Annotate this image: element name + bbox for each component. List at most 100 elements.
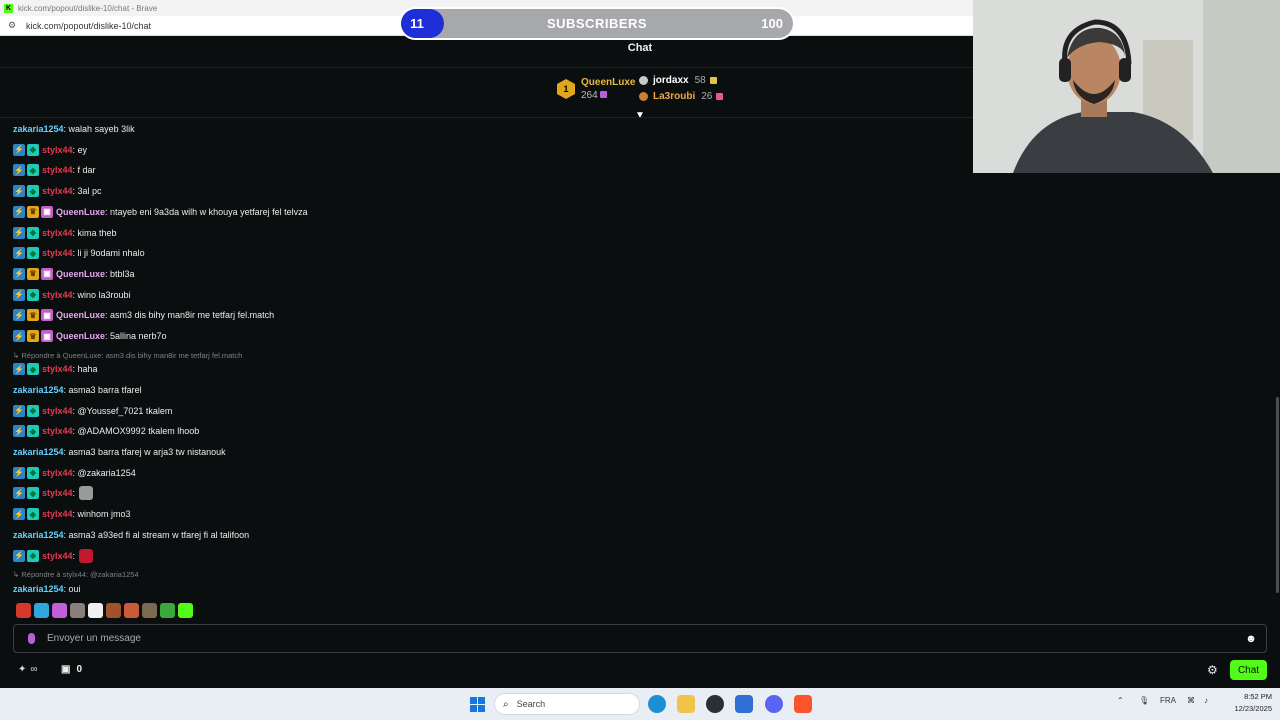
obs-icon[interactable] <box>706 695 724 713</box>
leaderboard-first-name[interactable]: QueenLuxe <box>581 77 635 88</box>
collapse-leaderboard-icon[interactable]: ▼ <box>634 111 646 121</box>
vip-badge-icon[interactable]: ⚡ <box>13 226 25 239</box>
quick-emote-icon[interactable] <box>142 603 157 618</box>
chat-username[interactable]: stylx44 <box>42 364 73 374</box>
vip-badge-icon[interactable]: ⚡ <box>13 164 25 177</box>
language-indicator[interactable]: FRA <box>1160 696 1176 705</box>
share-icon[interactable]: ✦ <box>18 664 26 675</box>
chat-username[interactable]: stylx44 <box>42 290 73 300</box>
quick-emote-icon[interactable] <box>34 603 49 618</box>
vip-badge-icon[interactable]: ⚡ <box>13 363 25 376</box>
subscriber-badge-icon[interactable]: ◆ <box>27 549 39 562</box>
vip-badge-icon[interactable]: ⚡ <box>13 549 25 562</box>
chat-username[interactable]: stylx44 <box>42 406 73 416</box>
chat-message[interactable]: ⚡ ♛ ▣ QueenLuxe: asm3 dis bihy man8ir me te… <box>13 308 274 322</box>
subscriber-badge-icon[interactable]: ◆ <box>27 404 39 417</box>
quick-emote-icon[interactable] <box>16 603 31 618</box>
vip-badge-icon[interactable]: ⚡ <box>13 143 25 156</box>
volume-icon[interactable]: ♪ <box>1204 696 1208 705</box>
vip-badge-icon[interactable]: ⚡ <box>13 487 25 500</box>
reply-reference[interactable]: ↳ Répondre à stylx44: @zakaria1254 <box>13 570 139 582</box>
chat-username[interactable]: QueenLuxe <box>56 310 105 320</box>
chat-username[interactable]: QueenLuxe <box>56 269 105 279</box>
subscriber-badge-icon[interactable]: ◆ <box>27 425 39 438</box>
quick-emote-icon[interactable] <box>106 603 121 618</box>
chat-message[interactable]: ⚡ ◆ stylx44: @ADAMOX9992 tkalem lhoob <box>13 424 199 438</box>
system-clock[interactable]: 8:52 PM 12/23/2025 <box>1222 691 1272 715</box>
chat-username[interactable]: stylx44 <box>42 186 73 196</box>
quick-emote-icon[interactable] <box>52 603 67 618</box>
subscriber-badge-icon[interactable]: ◆ <box>27 247 39 260</box>
discord-icon[interactable] <box>765 695 783 713</box>
subscriber-badge-icon[interactable]: ◆ <box>27 288 39 301</box>
chat-message[interactable]: zakaria1254: walah sayeb 3lik <box>13 122 135 136</box>
leaderboard-first[interactable]: 1 QueenLuxe 264 <box>557 77 635 101</box>
vip-badge-icon[interactable]: ⚡ <box>13 309 25 322</box>
subscriber-badge-icon[interactable]: ◆ <box>27 487 39 500</box>
chat-message[interactable]: ⚡ ♛ ▣ QueenLuxe: ntayeb eni 9a3da wilh w kh… <box>13 205 308 219</box>
chat-username[interactable]: stylx44 <box>42 509 73 519</box>
crown-badge-icon[interactable]: ♛ <box>27 205 39 218</box>
crown-badge-icon[interactable]: ♛ <box>27 330 39 342</box>
chat-username[interactable]: stylx44 <box>42 165 73 175</box>
chat-message[interactable]: ⚡ ◆ stylx44: f dar <box>13 163 96 177</box>
message-input-box[interactable]: ☻ <box>13 624 1267 653</box>
windows-start-icon[interactable] <box>470 697 485 712</box>
chat-username[interactable]: zakaria1254 <box>13 385 64 395</box>
chat-scrollbar[interactable] <box>1276 397 1279 593</box>
quick-emote-icon[interactable] <box>88 603 103 618</box>
taskbar-search[interactable]: ⌕ Search <box>494 693 640 715</box>
subscriber-badge-icon[interactable]: ◆ <box>27 226 39 239</box>
chat-username[interactable]: stylx44 <box>42 468 73 478</box>
chat-message[interactable]: ⚡ ◆ stylx44: @Youssef_7021 tkalem <box>13 404 172 418</box>
file-explorer-icon[interactable] <box>677 695 695 713</box>
chat-message[interactable]: zakaria1254: asma3 barra tfarel <box>13 383 142 397</box>
chat-message[interactable]: ⚡ ◆ stylx44: winhom jmo3 <box>13 507 131 521</box>
gift-leaderboard[interactable]: 1 QueenLuxe 264 jordaxx 58 La3roubi 26 <box>557 75 727 107</box>
network-icon[interactable]: ⌘ <box>1187 696 1195 705</box>
chat-username[interactable]: zakaria1254 <box>13 447 64 457</box>
subscriber-badge-icon[interactable]: ◆ <box>27 363 39 376</box>
subscriber-badge-icon[interactable]: ◆ <box>27 185 39 198</box>
chat-message[interactable]: ⚡ ◆ stylx44: haha <box>13 362 98 376</box>
chat-username[interactable]: QueenLuxe <box>56 331 105 341</box>
subscriber-badge-icon[interactable]: ◆ <box>27 164 39 177</box>
chat-username[interactable]: stylx44 <box>42 248 73 258</box>
chat-message[interactable]: ⚡ ◆ stylx44: kima theb <box>13 226 117 240</box>
gift-counter[interactable]: ▣ 0 <box>61 664 82 675</box>
message-input[interactable] <box>47 633 1245 644</box>
chat-username[interactable]: stylx44 <box>42 426 73 436</box>
chat-message[interactable]: zakaria1254: asma3 barra tfarej w arja3 … <box>13 445 226 459</box>
chat-username[interactable]: QueenLuxe <box>56 207 105 217</box>
vip-badge-icon[interactable]: ⚡ <box>13 330 25 342</box>
send-chat-button[interactable]: Chat <box>1230 660 1267 680</box>
microsoft-store-icon[interactable] <box>735 695 753 713</box>
subscriber-badge-icon[interactable]: ◆ <box>27 143 39 156</box>
vip-badge-icon[interactable]: ⚡ <box>13 425 25 438</box>
chat-message[interactable]: ⚡ ♛ ▣ QueenLuxe: btbl3a <box>13 267 135 281</box>
tray-overflow-chevron-icon[interactable]: ⌃ <box>1117 696 1124 705</box>
leaderboard-second-name[interactable]: jordaxx <box>653 75 689 86</box>
vip-badge-icon[interactable]: ⚡ <box>13 247 25 260</box>
chat-username[interactable]: zakaria1254 <box>13 584 64 594</box>
chat-username[interactable]: zakaria1254 <box>13 530 64 540</box>
vip-badge-icon[interactable]: ⚡ <box>13 466 25 479</box>
chat-message[interactable]: ⚡ ◆ stylx44: <box>13 548 94 563</box>
gifter-badge-icon[interactable]: ▣ <box>41 309 53 322</box>
leaderboard-second[interactable]: jordaxx 58 <box>639 75 717 86</box>
quick-emote-icon[interactable] <box>70 603 85 618</box>
chat-message[interactable]: ⚡ ◆ stylx44: wino la3roubi <box>13 288 131 302</box>
reply-reference[interactable]: ↳ Répondre à QueenLuxe: asm3 dis bihy ma… <box>13 351 242 363</box>
vip-badge-icon[interactable]: ⚡ <box>13 267 25 280</box>
quick-emote-icon[interactable] <box>124 603 139 618</box>
subscriber-badge-icon[interactable]: ◆ <box>27 466 39 479</box>
edge-browser-icon[interactable] <box>648 695 666 713</box>
vip-badge-icon[interactable]: ⚡ <box>13 185 25 198</box>
gifter-badge-icon[interactable]: ▣ <box>41 205 53 218</box>
chat-message[interactable]: ⚡ ♛ ▣ QueenLuxe: 5allina nerb7o <box>13 329 167 343</box>
quick-emote-icon[interactable] <box>160 603 175 618</box>
vip-badge-icon[interactable]: ⚡ <box>13 508 25 521</box>
chat-username[interactable]: stylx44 <box>42 145 73 155</box>
vip-badge-icon[interactable]: ⚡ <box>13 404 25 417</box>
quick-emote-icon[interactable] <box>178 603 193 618</box>
